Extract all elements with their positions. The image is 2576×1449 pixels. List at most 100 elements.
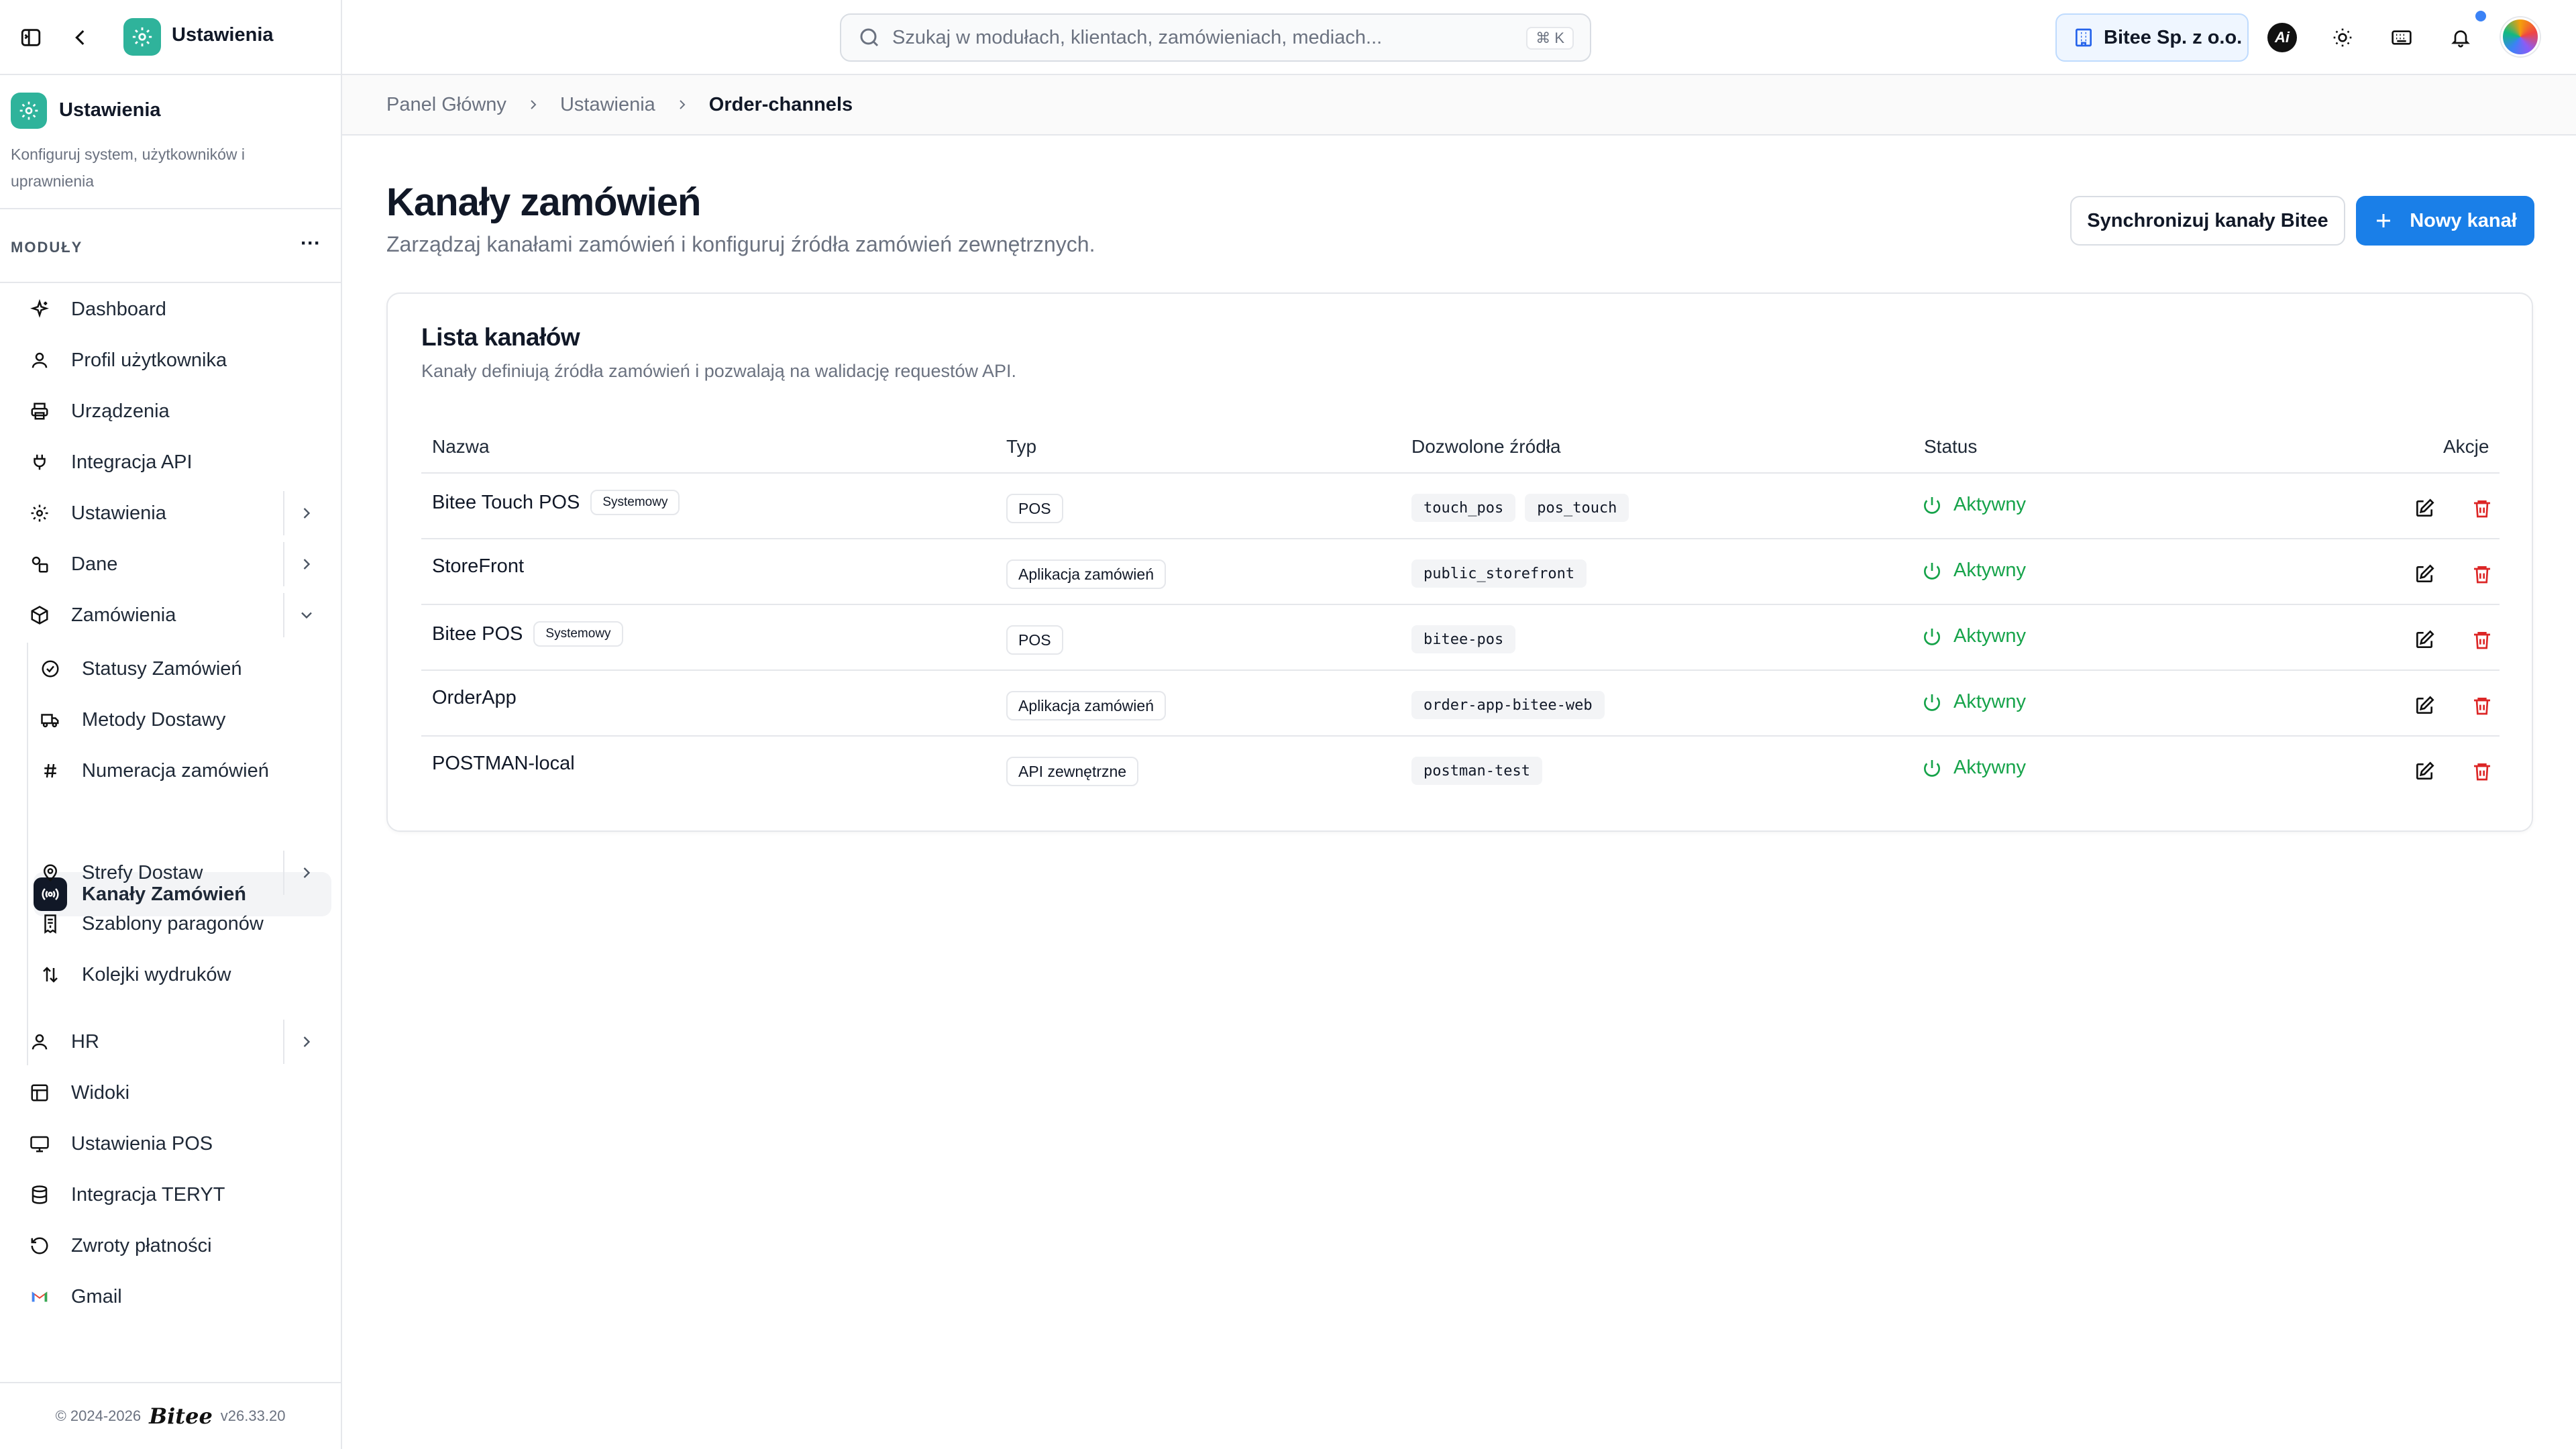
sidebar-subitem-delivery-methods[interactable]: Metody Dostawy <box>34 698 331 742</box>
sidebar-item-pos-settings[interactable]: Ustawienia POS <box>23 1122 331 1166</box>
trash-icon[interactable] <box>2466 690 2498 722</box>
gear-icon <box>23 496 56 530</box>
type-badge: Aplikacja zamówień <box>1006 559 1166 589</box>
avatar[interactable] <box>2501 17 2540 56</box>
column-header-status: Status <box>1924 436 1978 457</box>
search-icon <box>860 28 879 47</box>
ai-icon[interactable]: Ai <box>2267 23 2297 52</box>
modules-label: MODUŁY <box>11 239 83 256</box>
shapes-icon <box>23 547 56 581</box>
sidebar-subitem-label: Numeracja zamówień <box>82 759 269 782</box>
chevron-right-icon[interactable] <box>283 1020 329 1064</box>
sidebar-subitem-receipt-templates[interactable]: Szablony paragonów <box>34 902 331 946</box>
channel-name: Bitee POS <box>432 623 523 645</box>
search-shortcut: ⌘ K <box>1526 27 1574 50</box>
sidebar-subitem-delivery-zones[interactable]: Strefy Dostaw <box>34 851 283 895</box>
chevron-right-icon[interactable] <box>283 542 329 586</box>
sidebar-item-label: Zamówienia <box>71 604 176 626</box>
bell-icon[interactable] <box>2446 23 2475 52</box>
sidebar-description: Konfiguruj system, użytkowników i uprawn… <box>11 146 245 190</box>
sidebar-toggle-icon[interactable] <box>13 20 48 55</box>
sidebar-subitem-label: Kolejki wydruków <box>82 963 231 985</box>
sidebar-subitem-order-statuses[interactable]: Statusy Zamówień <box>34 647 331 691</box>
chevron-right-icon[interactable] <box>283 851 329 895</box>
sidebar-subitem-order-numbering[interactable]: Numeracja zamówień <box>34 749 331 793</box>
keyboard-icon[interactable] <box>2387 23 2416 52</box>
edit-icon[interactable] <box>2408 755 2440 788</box>
chevron-right-icon <box>525 97 541 113</box>
sidebar-item-label: Urządzenia <box>71 400 170 422</box>
table-header: Nazwa Typ Dozwolone źródła Status Akcje <box>421 420 2500 474</box>
power-icon <box>1924 562 1940 580</box>
allowed-sources: postman-test <box>1411 757 1542 785</box>
type-badge: Aplikacja zamówień <box>1006 691 1166 720</box>
trash-icon[interactable] <box>2466 624 2498 656</box>
power-icon <box>1924 694 1940 711</box>
sidebar-item-teryt[interactable]: Integracja TERYT <box>23 1173 331 1217</box>
new-channel-label: Nowy kanał <box>2410 209 2517 231</box>
edit-icon[interactable] <box>2408 690 2440 722</box>
sidebar-title: Ustawienia <box>59 99 161 121</box>
sidebar-item-orders[interactable]: Zamówienia <box>23 593 283 637</box>
trash-icon[interactable] <box>2466 558 2498 590</box>
table-row[interactable]: Bitee Touch POS Systemowy POS touch_pos … <box>421 474 2500 539</box>
search-input[interactable]: Szukaj w modułach, klientach, zamówienia… <box>840 13 1591 62</box>
channels-card: Lista kanałów Kanały definiują źródła za… <box>386 292 2533 832</box>
channel-name-cell: Bitee Touch POS Systemowy <box>432 490 680 515</box>
sidebar-item-refunds[interactable]: Zwroty płatności <box>23 1224 331 1268</box>
top-bar: Ustawienia Szukaj w modułach, klientach,… <box>0 0 2576 75</box>
sun-icon[interactable] <box>2328 23 2357 52</box>
sidebar-item-hr[interactable]: HR <box>23 1020 283 1064</box>
sidebar-item-devices[interactable]: Urządzenia <box>23 389 331 433</box>
sidebar-item-api[interactable]: Integracja API <box>23 440 331 484</box>
more-icon[interactable]: ··· <box>301 233 321 254</box>
table-row[interactable]: POSTMAN-local API zewnętrzne postman-tes… <box>421 737 2500 802</box>
allowed-sources: touch_pos pos_touch <box>1411 494 1629 522</box>
table-row[interactable]: Bitee POS Systemowy POS bitee-pos Aktywn… <box>421 605 2500 671</box>
copyright: © 2024-2026 <box>55 1407 142 1424</box>
sidebar-subitem-label: Strefy Dostaw <box>82 861 203 883</box>
sidebar-subitem-print-queues[interactable]: Kolejki wydruków <box>34 953 331 997</box>
sidebar-subitem-label: Szablony paragonów <box>82 912 264 934</box>
trash-icon[interactable] <box>2466 755 2498 788</box>
sidebar-item-data[interactable]: Dane <box>23 542 283 586</box>
sync-channels-button[interactable]: Synchronizuj kanały Bitee <box>2070 196 2345 246</box>
breadcrumb-link-settings[interactable]: Ustawienia <box>560 94 655 116</box>
chevron-right-icon[interactable] <box>283 491 329 535</box>
status-badge: Aktywny <box>1921 494 2026 516</box>
source-chip: pos_touch <box>1525 494 1629 522</box>
company-switcher[interactable]: Bitee Sp. z o.o. <box>2055 13 2249 62</box>
power-icon <box>1924 628 1940 645</box>
sidebar: Ustawienia Konfiguruj system, użytkownik… <box>0 75 342 1449</box>
sidebar-item-settings[interactable]: Ustawienia <box>23 491 283 535</box>
company-name: Bitee Sp. z o.o. <box>2104 26 2243 48</box>
back-arrow-icon[interactable] <box>63 20 98 55</box>
table-row[interactable]: StoreFront Aplikacja zamówień public_sto… <box>421 539 2500 605</box>
breadcrumb-link-home[interactable]: Panel Główny <box>386 94 506 116</box>
sidebar-item-label: Profil użytkownika <box>71 349 227 371</box>
plus-icon <box>2377 214 2391 227</box>
page-subtitle: Zarządzaj kanałami zamówień i konfiguruj… <box>386 232 1095 256</box>
edit-icon[interactable] <box>2408 492 2440 525</box>
sidebar-item-profile[interactable]: Profil użytkownika <box>23 338 331 382</box>
status-badge: Aktywny <box>1921 691 2026 713</box>
system-badge: Systemowy <box>590 490 680 515</box>
edit-icon[interactable] <box>2408 558 2440 590</box>
sidebar-item-gmail[interactable]: Gmail <box>23 1275 331 1319</box>
plug-icon <box>23 445 56 479</box>
table-row[interactable]: OrderApp Aplikacja zamówień order-app-bi… <box>421 671 2500 737</box>
sidebar-subitem-label: Statusy Zamówień <box>82 657 242 680</box>
sidebar-item-views[interactable]: Widoki <box>23 1071 331 1115</box>
allowed-sources: order-app-bitee-web <box>1411 691 1605 719</box>
status-text: Aktywny <box>1953 757 2026 778</box>
chevron-down-icon[interactable] <box>283 593 329 637</box>
edit-icon[interactable] <box>2408 624 2440 656</box>
status-text: Aktywny <box>1953 559 2026 581</box>
allowed-sources: public_storefront <box>1411 559 1587 588</box>
status-text: Aktywny <box>1953 691 2026 712</box>
sidebar-item-dashboard[interactable]: Dashboard <box>23 287 331 331</box>
new-channel-button[interactable]: Nowy kanał <box>2356 196 2534 246</box>
receipt-icon <box>34 907 67 941</box>
type-badge: POS <box>1006 494 1063 523</box>
trash-icon[interactable] <box>2466 492 2498 525</box>
